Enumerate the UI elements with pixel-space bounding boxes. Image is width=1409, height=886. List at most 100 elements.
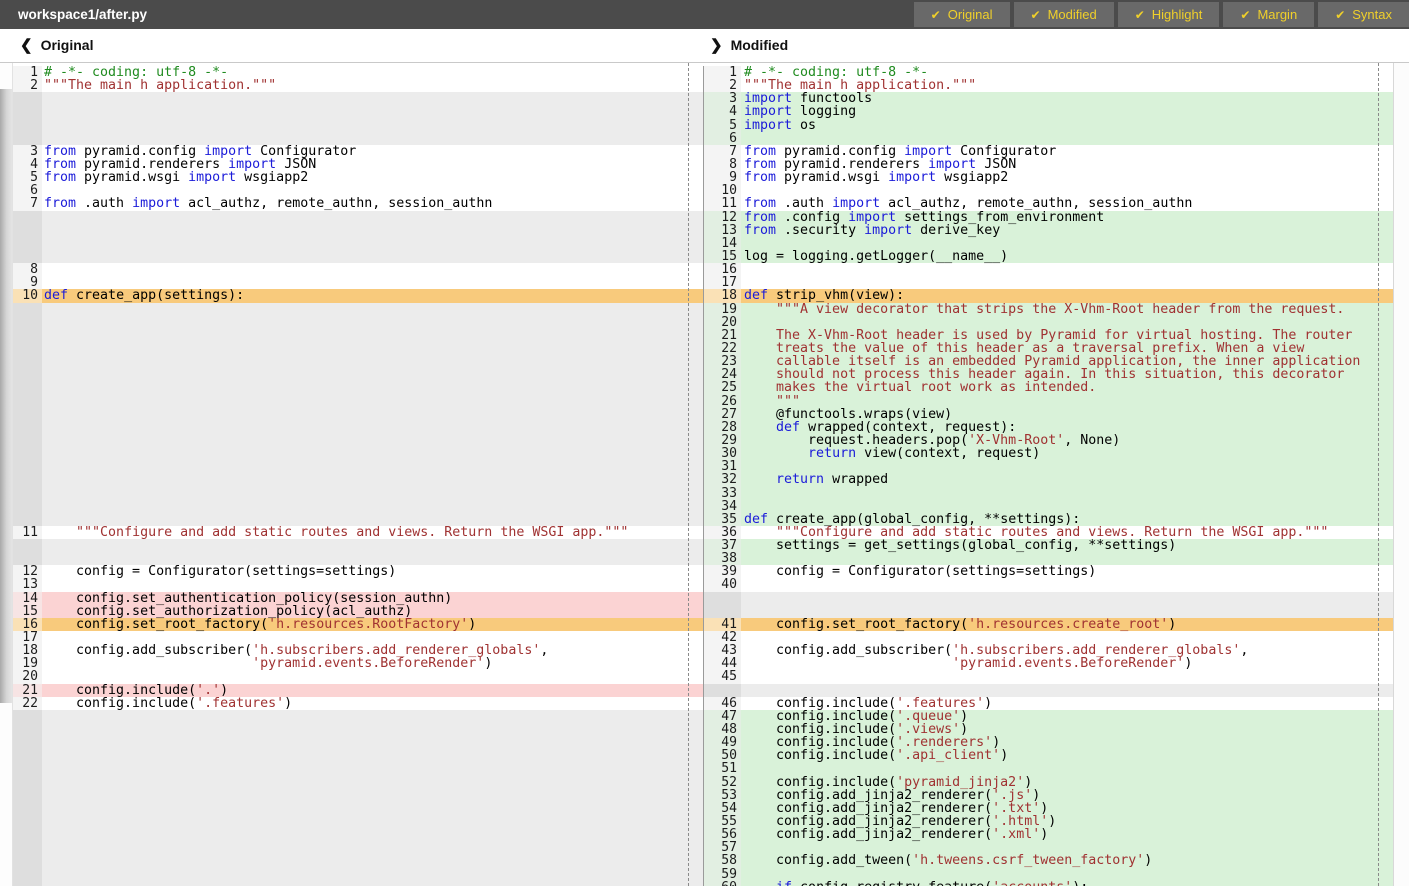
- code-token: [44, 656, 252, 671]
- code-line: return wrapped: [741, 473, 1393, 486]
- code-line: [42, 854, 703, 867]
- code-token: derive_key: [912, 223, 1000, 238]
- code-token: ): [284, 696, 292, 711]
- line-number: 27: [703, 408, 741, 421]
- line-number: [13, 487, 42, 500]
- line-number: 51: [703, 762, 741, 775]
- line-number: [13, 368, 42, 381]
- line-number: 25: [703, 381, 741, 394]
- code-token: config.set_root_factory(: [44, 617, 268, 632]
- code-line: if config.registry.feature('accounts'):: [741, 881, 1393, 886]
- toggle-modified-button[interactable]: ✔ Modified: [1014, 2, 1114, 27]
- toggle-syntax-button[interactable]: ✔ Syntax: [1318, 2, 1409, 27]
- code-token: [744, 472, 776, 487]
- line-number: [703, 684, 741, 697]
- code-token: ,: [540, 643, 548, 658]
- check-icon: ✔: [1335, 8, 1345, 22]
- toggle-margin-button[interactable]: ✔ Margin: [1223, 2, 1314, 27]
- code-token: import: [744, 118, 792, 133]
- diff-row: 50 config.include('.api_client'): [703, 749, 1393, 762]
- code-token: ): [468, 617, 476, 632]
- line-number: 18: [703, 289, 741, 302]
- code-line: [42, 460, 703, 473]
- line-number: 11: [703, 197, 741, 210]
- toggle-original-label: Original: [948, 7, 993, 22]
- modified-pane: 1# -*- coding: utf-8 -*-2"""The main h a…: [703, 63, 1409, 886]
- code-line: [42, 815, 703, 828]
- code-token: '.features': [196, 696, 284, 711]
- diff-row: [13, 828, 703, 841]
- code-token: """A view decorator that strips the X-Vh…: [744, 302, 1344, 317]
- code-token: '.api_client': [896, 748, 1000, 763]
- code-line: [42, 316, 703, 329]
- code-line: from .auth import acl_authz, remote_auth…: [42, 197, 703, 210]
- code-line: [42, 105, 703, 118]
- diff-row: 11 """Configure and add static routes an…: [13, 526, 703, 539]
- code-line: [42, 723, 703, 736]
- diff-row: [13, 868, 703, 881]
- code-token: def: [44, 288, 68, 303]
- line-number: 6: [703, 132, 741, 145]
- code-token: wrapped: [824, 472, 888, 487]
- line-number: [13, 539, 42, 552]
- code-token: ): [484, 656, 492, 671]
- code-line: 'pyramid.events.BeforeRender'): [741, 657, 1393, 670]
- code-line: """The main h application.""": [42, 79, 703, 92]
- line-number: [13, 355, 42, 368]
- diff-row: 19 'pyramid.events.BeforeRender'): [13, 657, 703, 670]
- code-token: pyramid.wsgi: [76, 170, 188, 185]
- line-number: [13, 395, 42, 408]
- code-line: [42, 421, 703, 434]
- line-number: 7: [703, 145, 741, 158]
- code-line: [42, 762, 703, 775]
- diff-row: 2"""The main h application.""": [13, 79, 703, 92]
- modified-pane-header: ❯ Modified: [710, 36, 788, 54]
- line-number: 58: [703, 854, 741, 867]
- line-number: [13, 881, 42, 886]
- code-token: , None): [1064, 433, 1120, 448]
- code-token: from: [44, 170, 76, 185]
- toggle-highlight-button[interactable]: ✔ Highlight: [1118, 2, 1220, 27]
- right-scrollbar[interactable]: [1393, 63, 1409, 886]
- original-pane-header: ❮ Original: [20, 36, 93, 54]
- diff-row: 5from pyramid.wsgi import wsgiapp2: [13, 171, 703, 184]
- original-pane-title: Original: [41, 37, 94, 53]
- diff-row: 44 'pyramid.events.BeforeRender'): [703, 657, 1393, 670]
- code-line: [741, 592, 1393, 605]
- line-number: [13, 776, 42, 789]
- code-token: '.xml': [992, 827, 1040, 842]
- diff-row: [13, 815, 703, 828]
- code-token: config.registry.feature(: [792, 880, 992, 886]
- code-line: config.include('.api_client'): [741, 749, 1393, 762]
- left-scrollbar[interactable]: [0, 63, 13, 886]
- code-token: ): [1168, 617, 1176, 632]
- line-number: 35: [703, 513, 741, 526]
- code-token: import: [888, 170, 936, 185]
- code-token: 'h.resources.RootFactory': [268, 617, 468, 632]
- line-number: [13, 802, 42, 815]
- diff-row: [13, 303, 703, 316]
- code-line: [42, 92, 703, 105]
- code-token: [744, 446, 808, 461]
- left-scrollbar-thumb[interactable]: [0, 89, 12, 703]
- line-number: [13, 815, 42, 828]
- line-number: 21: [13, 684, 42, 697]
- code-line: [42, 500, 703, 513]
- code-token: ): [1048, 814, 1056, 829]
- line-number: [13, 513, 42, 526]
- line-number: 5: [703, 119, 741, 132]
- line-number: [13, 828, 42, 841]
- chevron-right-icon: ❯: [710, 36, 723, 54]
- toggle-modified-label: Modified: [1048, 7, 1097, 22]
- code-line: [741, 263, 1393, 276]
- line-number: [13, 237, 42, 250]
- code-token: [744, 656, 952, 671]
- diff-row: [13, 736, 703, 749]
- line-number: [13, 447, 42, 460]
- toggle-original-button[interactable]: ✔ Original: [914, 2, 1010, 27]
- diff-row: [13, 342, 703, 355]
- code-line: import logging: [741, 105, 1393, 118]
- diff-row: [13, 395, 703, 408]
- code-line: [42, 841, 703, 854]
- code-line: """Configure and add static routes and v…: [42, 526, 703, 539]
